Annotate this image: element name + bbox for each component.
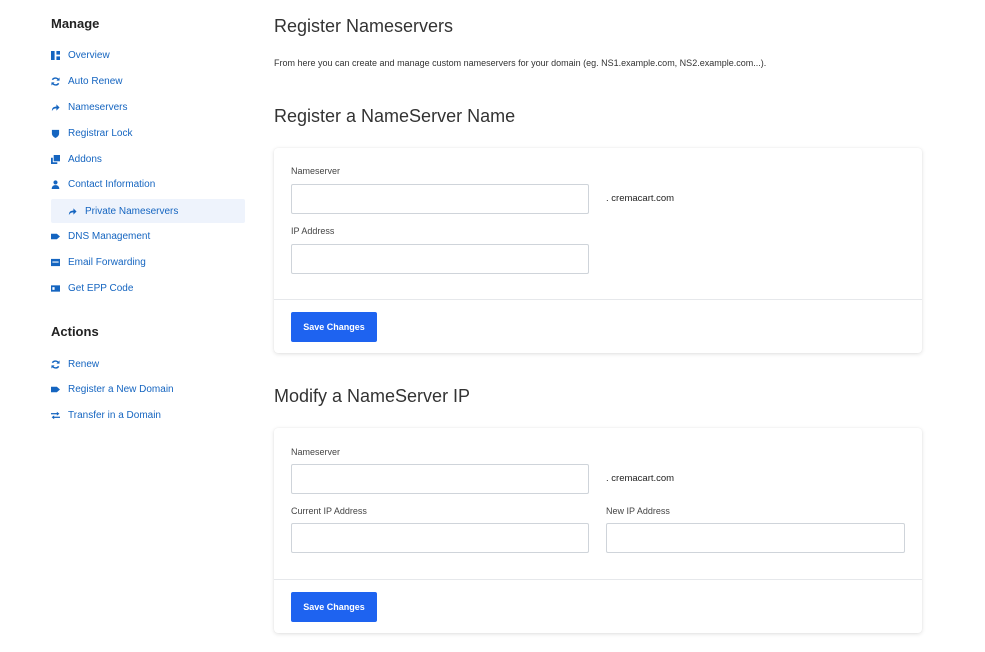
ip-address-input[interactable] — [291, 244, 589, 274]
modify-nameserver-card: Nameserver . cremacart.com Current IP Ad… — [274, 428, 922, 633]
sidebar-item-registrar-lock[interactable]: Registrar Lock — [43, 121, 245, 145]
sidebar-item-dns-management[interactable]: DNS Management — [43, 224, 245, 248]
tag-icon — [51, 232, 60, 241]
sidebar-item-renew[interactable]: Renew — [43, 352, 245, 376]
sidebar-item-label: DNS Management — [68, 230, 151, 242]
sidebar-item-nameservers[interactable]: Nameservers — [43, 95, 245, 119]
save-changes-button[interactable]: Save Changes — [291, 592, 377, 622]
id-card-icon — [51, 284, 60, 293]
domain-suffix: . cremacart.com — [606, 473, 675, 484]
sidebar-item-label: Email Forwarding — [68, 256, 146, 268]
save-changes-button[interactable]: Save Changes — [291, 312, 377, 342]
shield-icon — [51, 129, 60, 138]
current-ip-label: Current IP Address — [291, 506, 367, 516]
modify-section-title: Modify a NameServer IP — [274, 386, 471, 406]
sidebar-item-label: Get EPP Code — [68, 282, 134, 294]
sidebar-item-label: Private Nameservers — [85, 205, 179, 217]
intro-text: From here you can create and manage cust… — [274, 58, 767, 68]
envelope-icon — [51, 258, 60, 267]
sidebar-item-private-nameservers[interactable]: Private Nameservers — [51, 199, 245, 223]
sidebar-item-label: Nameservers — [68, 101, 128, 113]
new-ip-label: New IP Address — [606, 506, 670, 516]
ip-address-label: IP Address — [291, 226, 335, 236]
refresh-icon — [51, 359, 60, 369]
register-section-title: Register a NameServer Name — [274, 106, 516, 126]
sidebar-item-email-forwarding[interactable]: Email Forwarding — [43, 250, 245, 274]
sidebar-item-label: Renew — [68, 358, 100, 370]
nameserver-input[interactable] — [291, 184, 589, 214]
sidebar-item-label: Addons — [68, 153, 102, 165]
tag-icon — [51, 385, 60, 394]
nameserver-label: Nameserver — [291, 166, 341, 176]
register-nameserver-card: Nameserver . cremacart.com IP Address Sa… — [274, 148, 922, 353]
sidebar-item-label: Register a New Domain — [68, 383, 174, 395]
card-divider — [274, 579, 922, 580]
arrow-right-icon — [68, 207, 77, 216]
sidebar-item-auto-renew[interactable]: Auto Renew — [43, 69, 245, 93]
sidebar-item-contact-information[interactable]: Contact Information — [43, 172, 245, 196]
new-ip-input[interactable] — [606, 523, 905, 553]
sidebar-item-overview[interactable]: Overview — [43, 43, 245, 67]
overview-icon — [51, 50, 60, 60]
sidebar-item-label: Transfer in a Domain — [68, 409, 161, 421]
refresh-icon — [51, 76, 60, 86]
manage-heading: Manage — [51, 16, 100, 31]
transfer-icon — [51, 411, 60, 420]
sidebar-item-addons[interactable]: Addons — [43, 147, 245, 171]
card-divider — [274, 299, 922, 300]
user-icon — [51, 179, 60, 189]
domain-suffix: . cremacart.com — [606, 193, 675, 204]
current-ip-input[interactable] — [291, 523, 589, 553]
sidebar-item-get-epp-code[interactable]: Get EPP Code — [43, 276, 245, 300]
page-title: Register Nameservers — [274, 16, 454, 36]
sidebar-item-label: Overview — [68, 49, 110, 61]
nameserver-label: Nameserver — [291, 447, 341, 457]
addons-icon — [51, 154, 60, 164]
sidebar-item-label: Contact Information — [68, 178, 156, 190]
arrow-right-icon — [51, 103, 60, 112]
sidebar-item-register-new-domain[interactable]: Register a New Domain — [43, 377, 245, 401]
sidebar-item-transfer-domain[interactable]: Transfer in a Domain — [43, 403, 245, 427]
nameserver-input[interactable] — [291, 464, 589, 494]
actions-heading: Actions — [51, 324, 99, 339]
sidebar-item-label: Auto Renew — [68, 75, 123, 87]
sidebar-item-label: Registrar Lock — [68, 127, 133, 139]
